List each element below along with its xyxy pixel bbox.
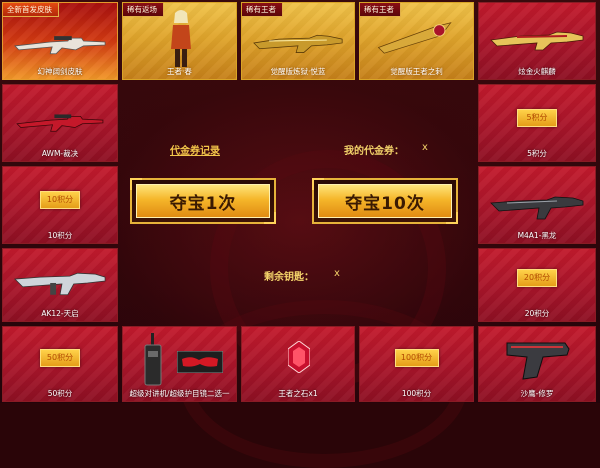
sniper-rifle-icon: [11, 27, 109, 59]
character-icon: [167, 9, 195, 67]
draw-once-label: 夺宝1次: [136, 184, 270, 218]
walkie-talkie-icon: [143, 333, 163, 387]
prize-caption: 100积分: [401, 389, 432, 398]
rifle-icon: [250, 27, 346, 57]
prize-caption: 炫金火麒麟: [518, 67, 556, 76]
rifle-icon: [487, 23, 587, 55]
pistol-icon: [487, 335, 587, 383]
ribbon-rare-return: 稀有返场: [123, 3, 164, 17]
prize-caption: 沙鹰-修罗: [520, 389, 554, 398]
points-badge: 5积分: [517, 109, 557, 127]
points-badge: 10积分: [40, 191, 80, 209]
prize-caption: AWM-裁决: [41, 149, 79, 158]
ribbon-rare-king: 稀有王者: [242, 3, 283, 17]
draw-ten-button[interactable]: 夺宝10次: [312, 178, 458, 224]
voucher-record-link[interactable]: 代金券记录: [170, 142, 220, 157]
assault-rifle-icon: [487, 189, 587, 223]
corner-decoration: [264, 212, 276, 224]
prize-cell-right-2[interactable]: M4A1-黑龙: [478, 166, 596, 244]
points-badge: 100积分: [394, 349, 439, 367]
ribbon-rare-king: 稀有王者: [360, 3, 401, 17]
prize-cell-bottom-5[interactable]: 沙鹰-修罗: [478, 326, 596, 402]
prize-cell-left-1[interactable]: AWM-裁决: [2, 84, 118, 162]
prize-cell-bottom-4[interactable]: 100积分 100积分: [359, 326, 474, 402]
keys-remaining-label: 剩余钥匙：: [264, 272, 314, 283]
goggles-icon: [176, 350, 224, 374]
melee-weapon-icon: [368, 19, 465, 57]
prize-cell-right-3[interactable]: 20积分 20积分: [478, 248, 596, 322]
prize-cell-top-1[interactable]: 全新首发皮肤 幻神阔剑皮肤: [2, 2, 118, 80]
prize-caption: 超级对讲机/超级护目镜二选一: [129, 389, 230, 398]
my-voucher-label: 我的代金券：: [344, 146, 404, 157]
assault-rifle-icon: [11, 265, 109, 299]
prize-caption: 觉醒版王者之刺: [390, 67, 443, 76]
prize-caption: 觉醒版炼狱·悦蓝: [270, 67, 326, 76]
ribbon-new-skin: 全新首发皮肤: [3, 3, 59, 17]
prize-cell-bottom-2[interactable]: 超级对讲机/超级护目镜二选一: [122, 326, 237, 402]
king-stone-icon: [287, 340, 311, 374]
prize-cell-bottom-1[interactable]: 50积分 50积分: [2, 326, 118, 402]
prize-cell-right-1[interactable]: 5积分 5积分: [478, 84, 596, 162]
prize-caption: M4A1-黑龙: [517, 231, 557, 240]
prize-caption: 50积分: [47, 389, 73, 398]
my-voucher-value: x: [422, 142, 428, 153]
prize-caption: 5积分: [527, 149, 547, 158]
prize-cell-top-2[interactable]: 稀有返场 王者·春: [122, 2, 237, 80]
prize-caption: AK12-天启: [41, 309, 79, 318]
prize-caption: 10积分: [47, 231, 73, 240]
prize-cell-left-2[interactable]: 10积分 10积分: [2, 166, 118, 244]
prize-caption: 王者·春: [167, 67, 192, 76]
prize-cell-top-5[interactable]: 炫金火麒麟: [478, 2, 596, 80]
points-badge: 20积分: [517, 269, 557, 287]
corner-decoration: [312, 178, 324, 190]
prize-cell-top-4[interactable]: 稀有王者 觉醒版王者之刺: [359, 2, 474, 80]
keys-remaining-value: x: [334, 268, 340, 279]
prize-caption: 幻神阔剑皮肤: [37, 67, 83, 76]
points-badge: 50积分: [40, 349, 80, 367]
prize-cell-bottom-3[interactable]: 王者之石x1: [241, 326, 355, 402]
draw-ten-label: 夺宝10次: [318, 184, 452, 218]
prize-caption: 20积分: [524, 309, 550, 318]
prize-cell-top-3[interactable]: 稀有王者 觉醒版炼狱·悦蓝: [241, 2, 355, 80]
corner-decoration: [130, 178, 142, 190]
sniper-rifle-icon: [11, 107, 109, 135]
prize-caption: 王者之石x1: [278, 389, 318, 398]
draw-once-button[interactable]: 夺宝1次: [130, 178, 276, 224]
prize-cell-left-3[interactable]: AK12-天启: [2, 248, 118, 322]
corner-decoration: [446, 212, 458, 224]
